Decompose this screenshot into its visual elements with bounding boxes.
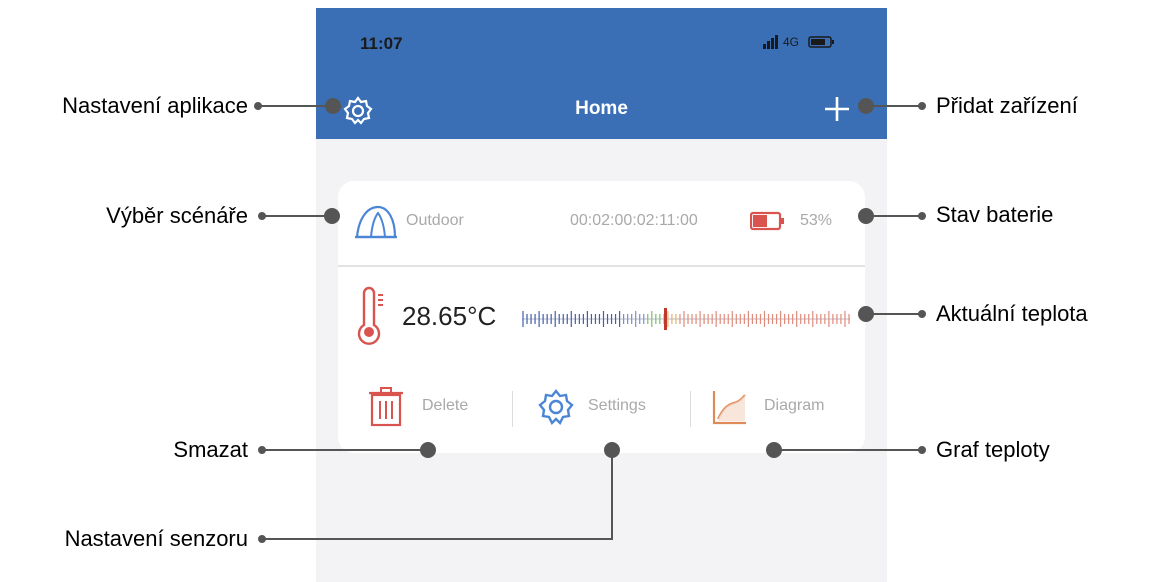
callout-scenario-select: Výběr scénáře (106, 203, 248, 228)
callout-temp-graph: Graf teploty (936, 437, 1050, 462)
callout-current-temp: Aktuální teplota (936, 301, 1088, 326)
callout-battery-state: Stav baterie (936, 202, 1054, 227)
callout-add-device: Přidat zařízení (936, 93, 1078, 118)
callout-leaders (254, 98, 926, 543)
callout-app-settings: Nastavení aplikace (62, 93, 248, 118)
callout-delete: Smazat (173, 437, 248, 462)
callout-sensor-settings: Nastavení senzoru (64, 526, 248, 551)
